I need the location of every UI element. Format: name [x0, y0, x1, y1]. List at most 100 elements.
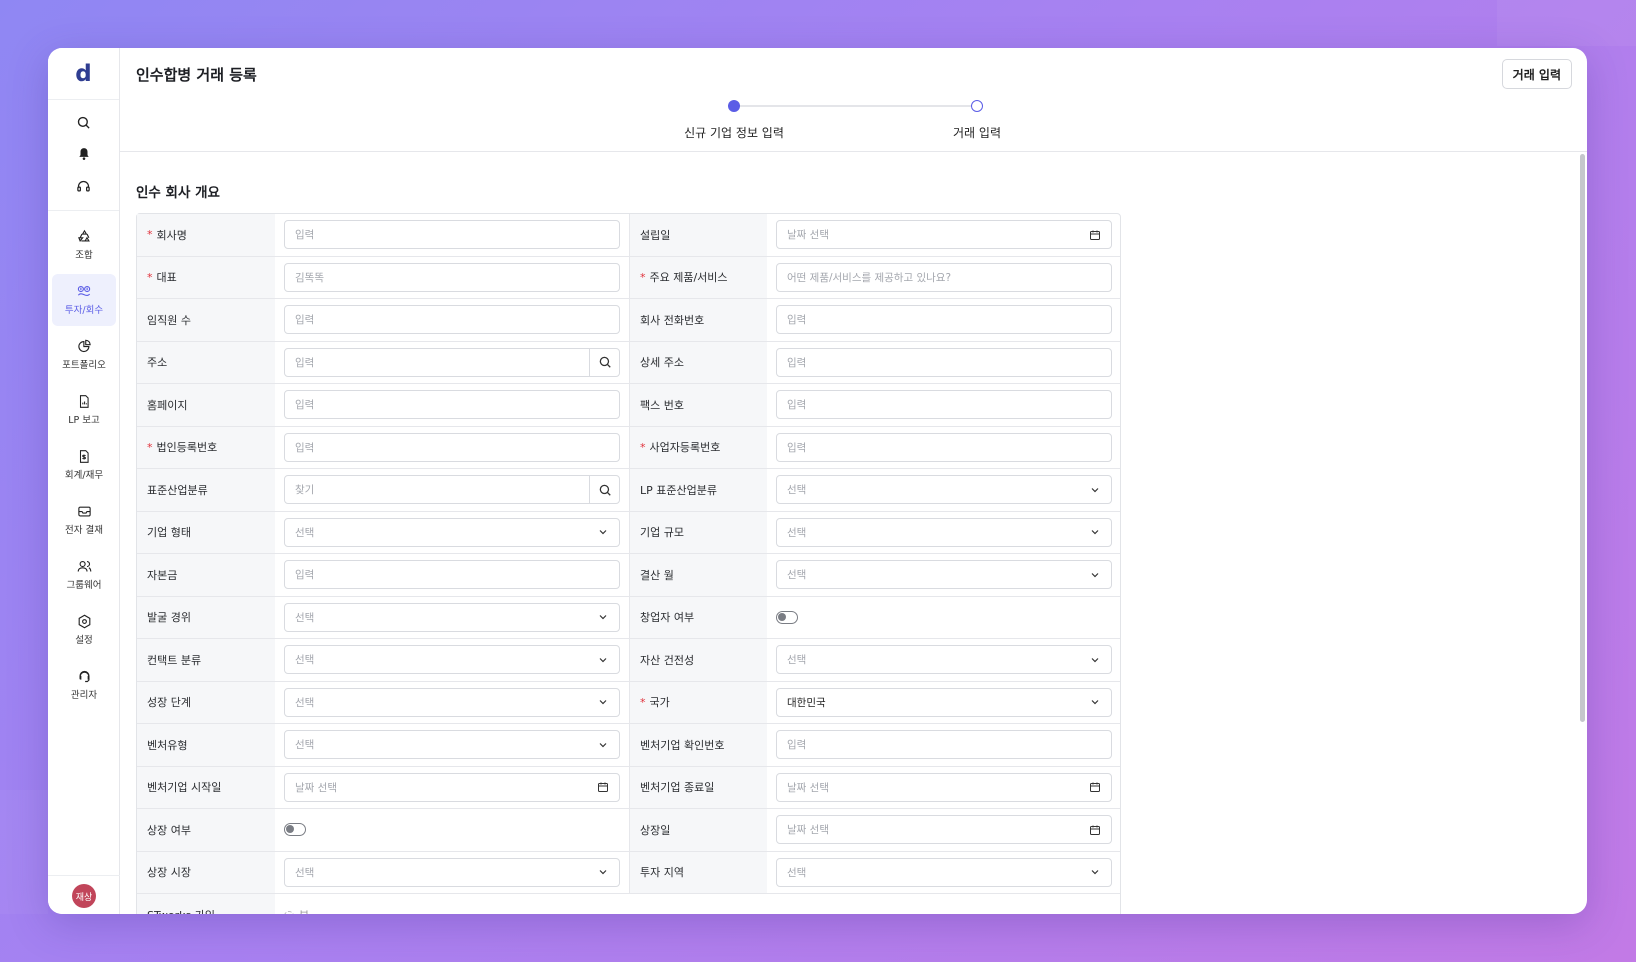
- field-label: 기업 형태: [137, 511, 275, 553]
- sidebar-item-admin[interactable]: 관리자: [52, 659, 116, 711]
- field-cell: 입력: [767, 724, 1121, 766]
- avatar[interactable]: 재상: [72, 884, 96, 908]
- form-row: 기업 형태 선택 기업 규모 선택: [137, 511, 1121, 554]
- field-cell: 선택: [275, 682, 629, 724]
- text-input[interactable]: 입력: [284, 390, 620, 420]
- field-placeholder: 날짜 선택: [787, 781, 829, 794]
- field-placeholder: 입력: [295, 229, 315, 242]
- field-cell: [767, 597, 1121, 639]
- field-label: * 사업자등록번호: [629, 426, 767, 468]
- text-input[interactable]: 입력: [284, 220, 620, 250]
- inbox-icon: [77, 506, 91, 517]
- sidebar-item-fund[interactable]: 조합: [52, 219, 116, 271]
- field-label: 투자 지역: [629, 851, 767, 893]
- finance-doc-icon: [79, 450, 89, 463]
- field-label: 주소: [137, 341, 275, 383]
- field-cell: 선택: [767, 639, 1121, 681]
- toggle-switch[interactable]: [284, 823, 306, 837]
- select-dropdown[interactable]: 선택: [776, 857, 1112, 887]
- field-cell: 입력: [275, 214, 629, 256]
- text-input[interactable]: 입력: [284, 560, 620, 590]
- sidebar-item-portfolio[interactable]: 포트폴리오: [52, 329, 116, 381]
- select-dropdown[interactable]: 선택: [284, 602, 620, 632]
- field-label: 자산 건전성: [629, 639, 767, 681]
- select-dropdown[interactable]: 선택: [776, 645, 1112, 675]
- sidebar-item-groupware[interactable]: 그룹웨어: [52, 549, 116, 601]
- sidebar-item-accounting[interactable]: 회계/재무: [52, 439, 116, 491]
- field-placeholder: 입력: [295, 569, 315, 582]
- sidebar-item-investment[interactable]: 투자/회수: [52, 274, 116, 326]
- text-input[interactable]: 김똑똑: [284, 262, 620, 292]
- toggle-switch[interactable]: [776, 610, 798, 624]
- sidebar-item-approval[interactable]: 전자 결재: [52, 494, 116, 546]
- search-button[interactable]: [589, 348, 619, 376]
- sidebar-divider: [48, 210, 119, 211]
- sidebar-item-label: 관리자: [70, 690, 98, 701]
- scrollbar[interactable]: [1580, 154, 1585, 722]
- field-label: 상장일: [629, 809, 767, 851]
- chevron-down-icon: [599, 742, 607, 748]
- search-icon: [599, 356, 611, 368]
- date-picker[interactable]: 날짜 선택: [776, 815, 1112, 845]
- text-input[interactable]: 입력: [776, 432, 1112, 462]
- required-marker: *: [147, 440, 153, 454]
- form-row: 임직원 수 입력 회사 전화번호 입력: [137, 299, 1120, 342]
- form-row: 홈페이지 입력 팩스 번호 입력: [137, 384, 1120, 427]
- sidebar-item-lp-report[interactable]: LP 보고: [52, 384, 116, 436]
- step-1-indicator: [728, 100, 740, 112]
- text-input[interactable]: 입력: [776, 347, 1112, 377]
- form-row: STworks 가입부: [137, 894, 1120, 914]
- chevron-down-icon: [1091, 657, 1099, 663]
- field-placeholder: 입력: [787, 739, 807, 752]
- form-content: 인수 회사 개요 * 회사명 입력 설립일 날짜 선택 * 대표 김똑똑 * 주요 제품/서비스 어…: [120, 153, 1587, 914]
- field-label: 임직원 수: [137, 299, 275, 341]
- field-placeholder: 날짜 선택: [787, 229, 829, 242]
- select-dropdown[interactable]: 선택: [776, 560, 1112, 590]
- search-icon: [599, 484, 611, 496]
- text-input[interactable]: 입력: [776, 390, 1112, 420]
- admin-icon: [79, 670, 89, 683]
- search-input[interactable]: 찾기: [284, 475, 620, 505]
- text-input[interactable]: 어떤 제품/서비스를 제공하고 있나요?: [776, 262, 1112, 292]
- select-dropdown[interactable]: 선택: [284, 645, 620, 675]
- radio-option[interactable]: 부: [284, 907, 309, 914]
- field-cell: 선택: [767, 852, 1121, 894]
- text-input[interactable]: 입력: [776, 305, 1112, 335]
- select-dropdown[interactable]: 선택: [284, 857, 620, 887]
- text-input[interactable]: 입력: [284, 305, 620, 335]
- sidebar-item-settings[interactable]: 설정: [52, 604, 116, 656]
- field-placeholder: 입력: [787, 441, 807, 454]
- headset-icon[interactable]: [48, 170, 119, 202]
- field-label: 홈페이지: [137, 384, 275, 426]
- field-cell: 입력: [767, 384, 1121, 426]
- form-row: 벤처유형 선택 벤처기업 확인번호 입력: [137, 724, 1120, 767]
- recycle-icon: [77, 229, 90, 242]
- field-cell: 입력: [767, 299, 1121, 341]
- field-placeholder: 선택: [787, 569, 807, 582]
- search-icon[interactable]: [48, 106, 119, 138]
- search-button[interactable]: [589, 476, 619, 504]
- field-label: 상장 여부: [137, 809, 275, 851]
- text-input[interactable]: 입력: [284, 432, 620, 462]
- required-marker: *: [640, 270, 646, 284]
- select-dropdown[interactable]: 선택: [284, 517, 620, 547]
- date-picker[interactable]: 날짜 선택: [776, 772, 1112, 802]
- field-label: * 대표: [137, 256, 275, 298]
- select-dropdown[interactable]: 대한민국: [776, 687, 1112, 717]
- bell-icon[interactable]: [48, 138, 119, 170]
- field-placeholder: 입력: [787, 356, 807, 369]
- select-dropdown[interactable]: 선택: [776, 517, 1112, 547]
- deal-entry-button[interactable]: 거래 입력: [1501, 59, 1572, 89]
- text-input[interactable]: 입력: [776, 730, 1112, 760]
- date-picker[interactable]: 날짜 선택: [284, 772, 620, 802]
- field-cell: 선택: [767, 512, 1121, 554]
- select-dropdown[interactable]: 선택: [284, 687, 620, 717]
- field-placeholder: 입력: [295, 441, 315, 454]
- select-dropdown[interactable]: 선택: [776, 475, 1112, 505]
- select-dropdown[interactable]: 선택: [284, 730, 620, 760]
- settings-icon: [78, 614, 90, 629]
- app-logo[interactable]: d: [48, 48, 119, 100]
- date-picker[interactable]: 날짜 선택: [776, 220, 1112, 250]
- field-placeholder: 선택: [295, 526, 315, 539]
- search-input[interactable]: 입력: [284, 347, 620, 377]
